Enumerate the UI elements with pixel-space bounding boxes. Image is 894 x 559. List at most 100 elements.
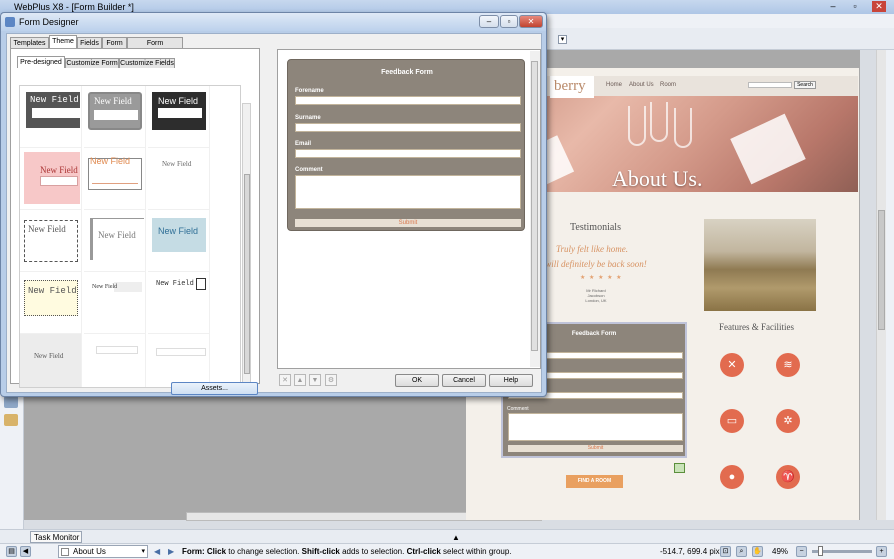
tool-icon[interactable] <box>4 396 18 408</box>
dialog-close-icon[interactable]: ✕ <box>519 15 543 28</box>
page-select[interactable]: About Us ▾ <box>58 545 148 558</box>
page-icon[interactable]: ▤ <box>6 546 17 557</box>
theme-thumbnail[interactable]: New Field <box>84 272 146 334</box>
dialog-titlebar[interactable]: Form Designer – ▫ ✕ <box>1 13 546 31</box>
site-search-button[interactable]: Search <box>794 81 816 89</box>
theme-thumbnail[interactable]: New Field <box>84 148 146 210</box>
ok-button[interactable]: OK <box>395 374 439 387</box>
dialog-minimize-icon[interactable]: – <box>479 15 499 28</box>
email-label: Email <box>295 141 312 147</box>
theme-thumbnail[interactable]: New Field <box>148 272 210 334</box>
forename-label: Forename <box>295 88 324 94</box>
preview-form-title: Feedback Form <box>381 69 433 76</box>
thumbnail-label: New Field <box>156 280 194 288</box>
form-object-icon[interactable] <box>674 463 685 473</box>
theme-thumbnail[interactable]: New Field <box>148 210 210 272</box>
expand-up-icon[interactable]: ▲ <box>452 533 460 542</box>
theme-thumbnail[interactable]: New Field <box>84 86 146 148</box>
zoom-slider[interactable] <box>812 546 872 556</box>
preview-scrollbar[interactable] <box>530 51 540 367</box>
nav-room[interactable]: Room <box>660 82 676 88</box>
zoom-slider-knob[interactable] <box>818 546 823 556</box>
assets-button[interactable]: Assets... <box>171 382 258 395</box>
page-form-submit[interactable]: Submit <box>508 445 683 452</box>
site-search-input[interactable] <box>748 82 792 88</box>
thumbnail-label: New Field <box>92 284 118 290</box>
comment-field[interactable] <box>295 175 521 209</box>
rating-stars: ★ ★ ★ ★ ★ <box>580 275 623 281</box>
forename-field[interactable] <box>295 96 521 105</box>
thumbnail-label: New Field <box>28 286 77 296</box>
theme-thumbnail[interactable] <box>84 334 146 387</box>
next-arrow-icon[interactable]: ▶ <box>168 544 174 559</box>
site-logo[interactable]: berry <box>550 76 594 98</box>
help-button[interactable]: Help <box>489 374 533 387</box>
surname-field[interactable] <box>295 123 521 132</box>
panel-edge <box>886 50 894 520</box>
theme-thumbnail[interactable]: New Field <box>20 148 82 210</box>
find-room-button[interactable]: FIND A ROOM <box>566 475 623 488</box>
nav-about-us[interactable]: About Us <box>629 82 654 88</box>
dialog-maximize-icon[interactable]: ▫ <box>500 15 518 28</box>
theme-thumbnail[interactable]: New Field <box>148 148 210 210</box>
zoom-tool-icon[interactable]: ⌕ <box>736 546 747 557</box>
hero-title: About Us. <box>612 166 703 191</box>
theme-thumbnail[interactable] <box>148 334 210 387</box>
preview-feedback-form[interactable]: Feedback Form Forename Surname Email Com… <box>287 59 525 231</box>
delete-field-icon[interactable]: ✕ <box>279 374 291 386</box>
email-field[interactable] <box>295 149 521 158</box>
thumbnail-label: New Field <box>28 224 66 234</box>
scroll-thumb[interactable] <box>878 210 885 330</box>
theme-thumbnail[interactable]: New Field <box>20 86 82 148</box>
move-down-icon[interactable]: ▼ <box>309 374 321 386</box>
prev-arrow-icon[interactable]: ◀ <box>154 544 160 559</box>
thumbnail-label: New Field <box>158 96 199 106</box>
note-tool-icon[interactable] <box>4 414 18 426</box>
theme-pane: Pre-designed Customize Form Customize Fi… <box>10 48 260 393</box>
page-form-comment[interactable] <box>508 413 683 441</box>
zoom-level[interactable]: 49% <box>772 544 788 559</box>
app-title: WebPlus X8 - [Form Builder *] <box>14 2 134 12</box>
zoom-out-icon[interactable]: − <box>796 546 807 557</box>
status-context: Form: <box>182 547 205 556</box>
subtab-customize-form[interactable]: Customize Form <box>65 58 119 68</box>
scroll-thumb[interactable] <box>244 174 250 374</box>
prev-page-icon[interactable]: ◀ <box>20 546 31 557</box>
theme-thumbnail[interactable]: New Field <box>148 86 210 148</box>
surname-label: Surname <box>295 115 321 121</box>
thumbnail-label: New Field <box>162 160 192 168</box>
maximize-icon[interactable]: ▫ <box>848 1 862 12</box>
status-click: Click <box>204 547 227 556</box>
subtab-customize-fields[interactable]: Customize Fields <box>119 58 175 68</box>
theme-thumbnail[interactable]: New Field <box>20 210 82 272</box>
form-preview-pane: Feedback Form Forename Surname Email Com… <box>277 49 541 369</box>
theme-thumbnail[interactable]: New Field <box>84 210 146 272</box>
task-monitor-tab[interactable]: Task Monitor <box>30 531 82 543</box>
pan-tool-icon[interactable]: ✋ <box>752 546 763 557</box>
status-text: to change selection. <box>226 547 302 556</box>
subtab-pre-designed[interactable]: Pre-designed <box>17 56 65 68</box>
vertical-scrollbar[interactable] <box>876 50 886 520</box>
move-up-icon[interactable]: ▲ <box>294 374 306 386</box>
comment-label: Comment <box>295 167 323 173</box>
cancel-button[interactable]: Cancel <box>442 374 486 387</box>
close-icon[interactable]: ✕ <box>872 1 886 12</box>
minimize-icon[interactable]: – <box>826 1 840 12</box>
tab-theme[interactable]: Theme <box>49 35 77 49</box>
nav-home[interactable]: Home <box>606 82 622 88</box>
thumbnail-scrollbar[interactable] <box>242 103 251 393</box>
scroll-thumb[interactable] <box>531 61 538 351</box>
thumbnail-label: New Field <box>40 165 78 175</box>
zoom-in-icon[interactable]: + <box>876 546 887 557</box>
field-properties-icon[interactable]: ⚙ <box>325 374 337 386</box>
landscape-photo <box>704 219 816 311</box>
status-text: adds to selection. <box>339 547 407 556</box>
theme-thumbnail[interactable]: New Field <box>20 334 82 387</box>
dropdown-arrow-icon[interactable]: ▾ <box>558 35 567 44</box>
theme-thumbnail[interactable]: New Field <box>20 272 82 334</box>
thumbnail-label: New Field <box>158 226 199 236</box>
preview-submit-button[interactable]: Submit <box>295 219 521 227</box>
zoom-fit-icon[interactable]: ⊡ <box>720 546 731 557</box>
testimonials-heading: Testimonials <box>570 222 621 233</box>
thumbnail-label: New Field <box>94 96 132 106</box>
